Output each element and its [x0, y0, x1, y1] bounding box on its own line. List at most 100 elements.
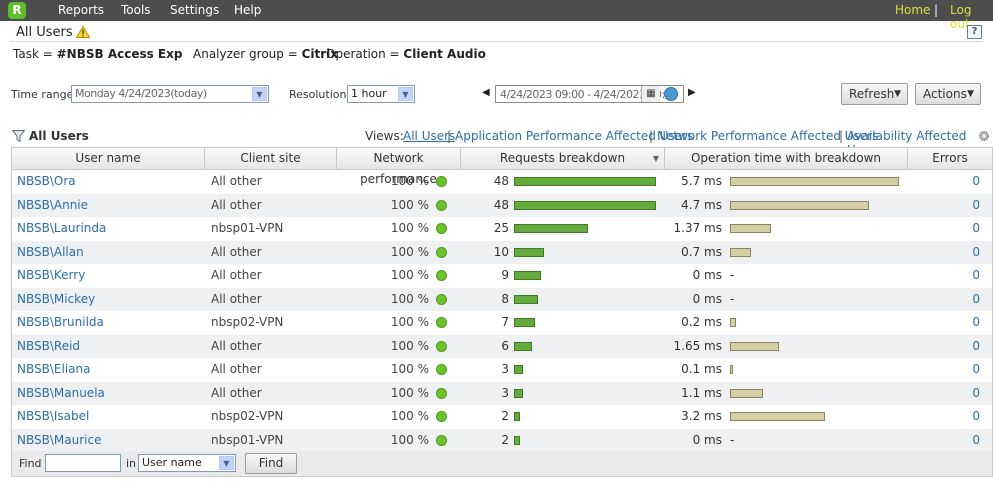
menu-tools[interactable]: Tools [121, 3, 151, 17]
network-performance-value: 100 % [390, 362, 429, 376]
menu-settings[interactable]: Settings [170, 3, 219, 17]
operation-time-bar [730, 177, 899, 186]
errors-count-link[interactable]: 0 [970, 194, 980, 217]
user-name-link[interactable]: NBSB\Manuela [17, 382, 105, 405]
settings-gear-icon[interactable] [978, 130, 990, 142]
warning-icon [76, 26, 90, 38]
errors-count-link[interactable]: 0 [970, 170, 980, 193]
client-site-cell: All other [211, 385, 262, 400]
table-row[interactable]: NBSB\Allan All other 100 % 10 0.7 ms 0 [12, 240, 992, 264]
errors-count-link[interactable]: 0 [970, 241, 980, 264]
table-row[interactable]: NBSB\Reid All other 100 % 6 1.65 ms 0 [12, 334, 992, 358]
client-site-cell: All other [211, 362, 262, 376]
requests-header-label: Requests breakdown [499, 151, 626, 165]
view-separator: | [447, 129, 452, 143]
view-separator: | [839, 129, 844, 143]
errors-count-link[interactable]: 0 [970, 358, 980, 381]
operation-time-bar [730, 412, 825, 421]
top-link-separator: | [934, 3, 939, 17]
refresh-button[interactable]: Refresh ▼ [841, 83, 908, 105]
view-network-performance-affected[interactable]: Network Performance Affected Users [657, 129, 878, 143]
requests-bar [514, 224, 588, 233]
errors-count-link[interactable]: 0 [970, 217, 980, 240]
requests-count: 3 [501, 385, 509, 400]
errors-count-link[interactable]: 0 [970, 264, 980, 287]
column-header-user-name[interactable]: User name [12, 148, 205, 170]
user-name-link[interactable]: NBSB\Brunilda [17, 311, 104, 334]
status-ok-icon [436, 223, 447, 234]
operation-time-value: 0 ms [692, 432, 722, 447]
chevron-down-icon: ▼ [967, 89, 974, 99]
user-name-link[interactable]: NBSB\Allan [17, 241, 84, 264]
errors-count-link[interactable]: 0 [970, 335, 980, 358]
menu-reports[interactable]: Reports [58, 3, 104, 17]
calendar-icon[interactable]: ▦ [641, 86, 660, 102]
find-field-select[interactable]: User name ▼ [138, 454, 236, 472]
table-row[interactable]: NBSB\Manuela All other 100 % 3 1.1 ms 0 [12, 381, 992, 405]
requests-bar [514, 294, 538, 304]
operation-time-value: 0.2 ms [681, 315, 722, 329]
find-button[interactable]: Find [245, 453, 297, 474]
previous-period-button[interactable]: ◀ [482, 87, 490, 98]
operation-time-value: 0 ms [692, 291, 722, 306]
user-name-link[interactable]: NBSB\Maurice [17, 429, 101, 452]
find-field-value: User name [142, 456, 202, 469]
operation-time-bar [730, 365, 733, 374]
find-input[interactable] [45, 454, 121, 472]
time-range-value: Monday 4/24/2023(today) [75, 87, 207, 100]
requests-count: 48 [493, 174, 509, 188]
user-name-link[interactable]: NBSB\Reid [17, 335, 80, 358]
user-name-link[interactable]: NBSB\Mickey [17, 288, 95, 311]
user-name-link[interactable]: NBSB\Laurinda [17, 217, 106, 240]
column-header-requests-breakdown[interactable]: Requests breakdown ▼ [461, 148, 665, 170]
requests-count: 9 [501, 268, 509, 282]
section-title: All Users [29, 129, 89, 143]
app-logo-icon[interactable]: R [8, 2, 26, 19]
table-row[interactable]: NBSB\Ora All other 100 % 48 5.7 ms 0 [12, 170, 992, 194]
actions-button[interactable]: Actions ▼ [915, 83, 981, 105]
requests-bar [514, 412, 520, 421]
table-row[interactable]: NBSB\Isabel nbsp02-VPN 100 % 2 3.2 ms 0 [12, 405, 992, 429]
home-link[interactable]: Home [895, 3, 930, 17]
network-performance-value: 100 % [390, 197, 429, 212]
network-performance-value: 100 % [390, 268, 429, 282]
status-ok-icon [436, 199, 447, 211]
next-period-button[interactable]: ▶ [688, 87, 696, 98]
table-row[interactable]: NBSB\Kerry All other 100 % 9 0 ms - 0 [12, 264, 992, 288]
filter-icon[interactable] [12, 130, 25, 142]
help-icon[interactable]: ? [967, 25, 982, 39]
table-row[interactable]: NBSB\Mickey All other 100 % 8 0 ms - 0 [12, 287, 992, 311]
column-header-network-performance[interactable]: Network performance [337, 148, 461, 186]
user-name-link[interactable]: NBSB\Annie [17, 194, 88, 217]
refresh-label: Refresh [849, 87, 895, 101]
errors-count-link[interactable]: 0 [970, 311, 980, 334]
table-row[interactable]: NBSB\Eliana All other 100 % 3 0.1 ms 0 [12, 358, 992, 382]
top-nav-bar: R Reports Tools Settings Help Home | Log… [0, 0, 993, 31]
table-row[interactable]: NBSB\Annie All other 100 % 48 4.7 ms 0 [12, 193, 992, 217]
table-row[interactable]: NBSB\Maurice nbsp01-VPN 100 % 2 0 ms - 0 [12, 428, 992, 452]
errors-count-link[interactable]: 0 [970, 405, 980, 428]
table-row[interactable]: NBSB\Laurinda nbsp01-VPN 100 % 25 1.37 ms 0 [12, 217, 992, 241]
errors-count-link[interactable]: 0 [970, 429, 980, 452]
find-in-label: in [126, 457, 137, 470]
time-range-select[interactable]: Monday 4/24/2023(today) ▼ [71, 85, 269, 103]
operation-time-bar [730, 247, 751, 257]
user-name-link[interactable]: NBSB\Eliana [17, 358, 90, 381]
status-ok-icon [436, 387, 447, 399]
errors-count-link[interactable]: 0 [970, 288, 980, 311]
table-row[interactable]: NBSB\Brunilda nbsp02-VPN 100 % 7 0.2 ms 0 [12, 311, 992, 335]
analyzer-group-context: Analyzer group = Citrix [193, 47, 338, 61]
go-icon[interactable] [664, 87, 678, 101]
user-name-link[interactable]: NBSB\Ora [17, 170, 76, 193]
user-name-link[interactable]: NBSB\Isabel [17, 405, 89, 428]
operation-time-bar [730, 388, 763, 398]
resolution-select[interactable]: 1 hour ▼ [347, 85, 415, 103]
column-header-operation-time[interactable]: Operation time with breakdown [665, 148, 908, 170]
menu-help[interactable]: Help [234, 3, 261, 17]
time-period-field[interactable]: 4/24/2023 09:00 - 4/24/2023 10:00 ▦ [495, 85, 684, 103]
client-site-cell: All other [211, 244, 262, 259]
column-header-client-site[interactable]: Client site [205, 148, 337, 170]
column-header-errors[interactable]: Errors [908, 148, 992, 170]
user-name-link[interactable]: NBSB\Kerry [17, 264, 85, 287]
errors-count-link[interactable]: 0 [970, 382, 980, 405]
